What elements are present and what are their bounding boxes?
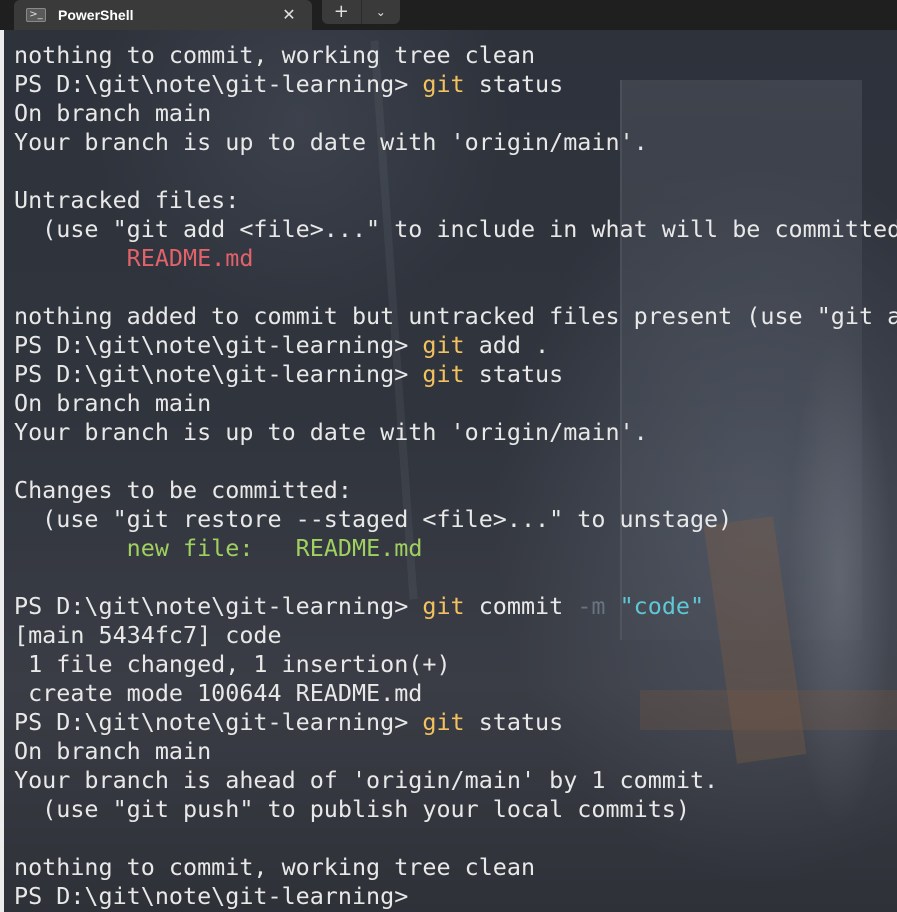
terminal-line: PS D:\git\note\git-learning> git status bbox=[14, 70, 563, 99]
new-tab-group: + ⌄ bbox=[322, 0, 400, 24]
terminal-text-segment: nothing to commit, working tree clean bbox=[14, 41, 536, 69]
terminal-line: PS D:\git\note\git-learning> git commit … bbox=[14, 592, 704, 621]
terminal-text-segment: [main 5434fc7] code bbox=[14, 621, 282, 649]
terminal-text-segment: new file: README.md bbox=[126, 534, 423, 562]
terminal-line: Your branch is up to date with 'origin/m… bbox=[14, 128, 648, 157]
terminal-line: Untracked files: bbox=[14, 186, 239, 215]
terminal-text-segment: git bbox=[422, 592, 465, 620]
terminal-text-segment: add . bbox=[464, 331, 550, 359]
terminal-line: (use "git add <file>..." to include in w… bbox=[14, 215, 897, 244]
terminal-output[interactable]: nothing to commit, working tree clean PS … bbox=[4, 30, 897, 912]
terminal-text-segment: README.md bbox=[126, 244, 254, 272]
close-icon[interactable]: ✕ bbox=[280, 6, 298, 24]
terminal-line: 1 file changed, 1 insertion(+) bbox=[14, 650, 451, 679]
terminal-line: new file: README.md bbox=[14, 534, 423, 563]
tab-title: PowerShell bbox=[58, 7, 134, 23]
terminal-line: (use "git push" to publish your local co… bbox=[14, 795, 690, 824]
terminal-text-segment: nothing added to commit but untracked fi… bbox=[14, 302, 897, 330]
tab-powershell[interactable]: >_ PowerShell ✕ bbox=[14, 0, 312, 30]
terminal-line: Your branch is ahead of 'origin/main' by… bbox=[14, 766, 718, 795]
terminal-text-segment: status bbox=[464, 360, 564, 388]
terminal-line: PS D:\git\note\git-learning> git status bbox=[14, 708, 563, 737]
terminal-text-segment: create mode 100644 README.md bbox=[14, 679, 423, 707]
terminal-text-segment: "code" bbox=[619, 592, 705, 620]
terminal-window: >_ PowerShell ✕ + ⌄ nothing to commit, w… bbox=[0, 0, 897, 912]
terminal-text-segment: Your branch is ahead of 'origin/main' by… bbox=[14, 766, 719, 794]
terminal-line: (use "git restore --staged <file>..." to… bbox=[14, 505, 732, 534]
tab-bar: >_ PowerShell ✕ + ⌄ bbox=[0, 0, 897, 30]
terminal-text-segment: status bbox=[464, 708, 564, 736]
terminal-line: Changes to be committed: bbox=[14, 476, 352, 505]
terminal-line: PS D:\git\note\git-learning> bbox=[14, 882, 408, 911]
powershell-icon: >_ bbox=[26, 8, 46, 22]
terminal-text-segment: PS D:\git\note\git-learning> bbox=[14, 592, 423, 620]
new-tab-button[interactable]: + bbox=[322, 0, 362, 24]
terminal-line: [main 5434fc7] code bbox=[14, 621, 282, 650]
terminal-text-segment: PS D:\git\note\git-learning> bbox=[14, 331, 423, 359]
terminal-text-segment: (use "git add <file>..." to include in w… bbox=[14, 215, 897, 243]
terminal-text-segment: Your branch is up to date with 'origin/m… bbox=[14, 418, 648, 446]
terminal-text-segment: (use "git restore --staged <file>..." to… bbox=[14, 505, 733, 533]
terminal-text-segment: (use "git push" to publish your local co… bbox=[14, 795, 690, 823]
terminal-text-segment: 1 file changed, 1 insertion(+) bbox=[14, 650, 451, 678]
terminal-text-segment: Untracked files: bbox=[14, 186, 240, 214]
terminal-line: nothing to commit, working tree clean bbox=[14, 41, 535, 70]
terminal-text-segment: nothing to commit, working tree clean bbox=[14, 853, 536, 881]
terminal-text-segment: git bbox=[422, 708, 465, 736]
terminal-line: create mode 100644 README.md bbox=[14, 679, 422, 708]
terminal-text-segment: PS D:\git\note\git-learning> bbox=[14, 360, 423, 388]
terminal-text-segment: On branch main bbox=[14, 389, 212, 417]
terminal-text-segment: Changes to be committed: bbox=[14, 476, 352, 504]
terminal-text-segment: PS D:\git\note\git-learning> bbox=[14, 70, 423, 98]
terminal-text-segment: commit bbox=[464, 592, 578, 620]
terminal-text-segment: git bbox=[422, 331, 465, 359]
terminal-text-segment: PS D:\git\note\git-learning> bbox=[14, 882, 409, 910]
terminal-line: PS D:\git\note\git-learning> git status bbox=[14, 360, 563, 389]
terminal-line: Your branch is up to date with 'origin/m… bbox=[14, 418, 648, 447]
terminal-text-segment: On branch main bbox=[14, 99, 212, 127]
terminal-text-segment: Your branch is up to date with 'origin/m… bbox=[14, 128, 648, 156]
terminal-text-segment: PS D:\git\note\git-learning> bbox=[14, 708, 423, 736]
terminal-text-segment: On branch main bbox=[14, 737, 212, 765]
terminal-text-segment: git bbox=[422, 70, 465, 98]
terminal-line: nothing to commit, working tree clean bbox=[14, 853, 535, 882]
terminal-text-segment: status bbox=[464, 70, 564, 98]
terminal-line: On branch main bbox=[14, 737, 211, 766]
chevron-down-icon[interactable]: ⌄ bbox=[362, 0, 401, 24]
terminal-line: PS D:\git\note\git-learning> git add . bbox=[14, 331, 549, 360]
terminal-line: On branch main bbox=[14, 389, 211, 418]
terminal-text-segment: -m bbox=[577, 592, 606, 620]
terminal-line: On branch main bbox=[14, 99, 211, 128]
terminal-line: nothing added to commit but untracked fi… bbox=[14, 302, 897, 331]
terminal-line: README.md bbox=[14, 244, 254, 273]
terminal-text-segment: git bbox=[422, 360, 465, 388]
